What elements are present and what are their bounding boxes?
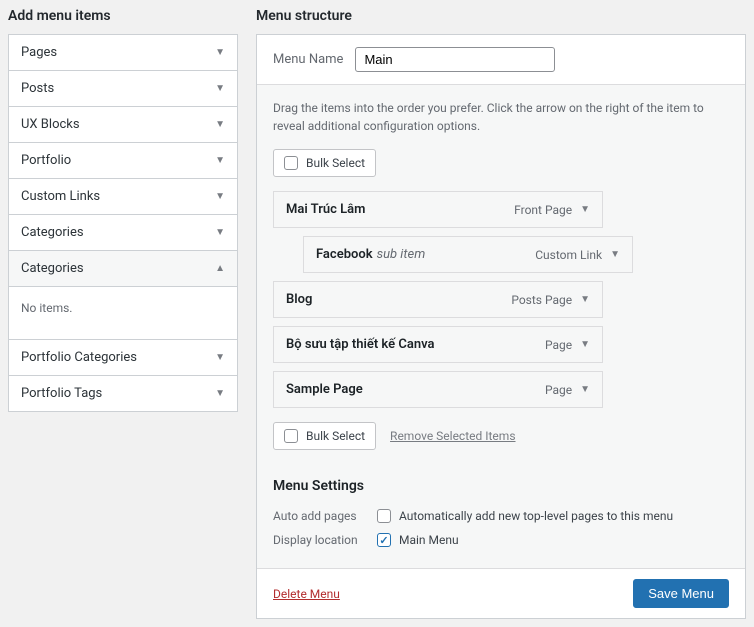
menu-item-type: Page▼ [545, 338, 590, 352]
checkbox-checked-icon: ✓ [377, 533, 391, 547]
bulk-checkbox-icon [284, 156, 298, 170]
accordion-label: Posts [21, 81, 54, 96]
chevron-down-icon: ▼ [215, 227, 225, 238]
accordion-panel-custom-links-4[interactable]: Custom Links ▼ [9, 179, 237, 214]
menu-item-type: Page▼ [545, 383, 590, 397]
accordion-panel-portfolio-tags-8[interactable]: Portfolio Tags ▼ [9, 376, 237, 411]
menu-item-type: Posts Page▼ [511, 293, 590, 307]
menu-item[interactable]: Sample Page Page▼ [273, 371, 603, 408]
accordion-panel-portfolio-3[interactable]: Portfolio ▼ [9, 143, 237, 178]
bulk-select-top[interactable]: Bulk Select [273, 149, 376, 177]
accordion-label: UX Blocks [21, 117, 80, 132]
chevron-down-icon: ▼ [215, 119, 225, 130]
accordion-label: Portfolio [21, 153, 71, 168]
chevron-up-icon: ▲ [215, 263, 225, 274]
menu-item-title: Facebooksub item [316, 247, 425, 262]
menu-item[interactable]: Bộ sưu tập thiết kế Canva Page▼ [273, 326, 603, 363]
save-menu-button[interactable]: Save Menu [633, 579, 729, 608]
chevron-down-icon[interactable]: ▼ [580, 204, 590, 215]
sub-item-tag: sub item [377, 247, 426, 262]
chevron-down-icon[interactable]: ▼ [580, 384, 590, 395]
accordion-label: Categories [21, 261, 84, 276]
menu-item-title: Bộ sưu tập thiết kế Canva [286, 337, 435, 352]
bulk-checkbox-icon [284, 429, 298, 443]
accordion-label: Portfolio Tags [21, 386, 102, 401]
chevron-down-icon[interactable]: ▼ [580, 339, 590, 350]
display-location-checkbox[interactable]: ✓ Main Menu [377, 533, 459, 547]
menu-item-type: Custom Link▼ [535, 248, 620, 262]
accordion-panel-categories-5[interactable]: Categories ▼ [9, 215, 237, 250]
chevron-down-icon: ▼ [215, 191, 225, 202]
menu-item-type: Front Page▼ [514, 203, 590, 217]
chevron-down-icon[interactable]: ▼ [610, 249, 620, 260]
chevron-down-icon: ▼ [215, 352, 225, 363]
menu-structure-heading: Menu structure [256, 8, 746, 24]
chevron-down-icon: ▼ [215, 83, 225, 94]
drag-instructions: Drag the items into the order you prefer… [273, 99, 729, 135]
remove-selected-link[interactable]: Remove Selected Items [390, 429, 515, 443]
chevron-down-icon[interactable]: ▼ [580, 294, 590, 305]
accordion-panel-pages-0[interactable]: Pages ▼ [9, 35, 237, 70]
menu-item[interactable]: Facebooksub item Custom Link▼ [303, 236, 633, 273]
menu-name-label: Menu Name [273, 52, 343, 67]
menu-items-list: Mai Trúc Lâm Front Page▼ Facebooksub item C… [273, 191, 729, 408]
display-location-label: Display location [273, 533, 363, 547]
menu-header: Menu Name [257, 35, 745, 85]
chevron-down-icon: ▼ [215, 388, 225, 399]
menu-item-title: Mai Trúc Lâm [286, 202, 365, 217]
chevron-down-icon: ▼ [215, 47, 225, 58]
accordion-panel-ux-blocks-2[interactable]: UX Blocks ▼ [9, 107, 237, 142]
chevron-down-icon: ▼ [215, 155, 225, 166]
menu-item[interactable]: Mai Trúc Lâm Front Page▼ [273, 191, 603, 228]
menu-name-input[interactable] [355, 47, 555, 72]
accordion-label: Portfolio Categories [21, 350, 137, 365]
accordion-label: Custom Links [21, 189, 100, 204]
add-items-accordion: Pages▼Posts▼UX Blocks▼Portfolio▼Custom L… [8, 34, 238, 412]
menu-item-title: Sample Page [286, 382, 363, 397]
checkbox-icon [377, 509, 391, 523]
bulk-select-bottom[interactable]: Bulk Select [273, 422, 376, 450]
menu-settings-heading: Menu Settings [273, 478, 729, 494]
add-items-heading: Add menu items [8, 8, 238, 24]
accordion-panel-portfolio-categories-7[interactable]: Portfolio Categories ▼ [9, 340, 237, 375]
menu-item-title: Blog [286, 292, 312, 307]
accordion-panel-posts-1[interactable]: Posts ▼ [9, 71, 237, 106]
auto-add-checkbox[interactable]: Automatically add new top-level pages to… [377, 509, 673, 523]
auto-add-label: Auto add pages [273, 509, 363, 523]
accordion-label: Categories [21, 225, 84, 240]
menu-edit-frame: Menu Name Drag the items into the order … [256, 34, 746, 619]
accordion-panel-categories-6[interactable]: Categories ▲ [9, 251, 237, 286]
delete-menu-link[interactable]: Delete Menu [273, 587, 340, 601]
accordion-body: No items. [9, 286, 237, 339]
menu-item[interactable]: Blog Posts Page▼ [273, 281, 603, 318]
accordion-label: Pages [21, 45, 57, 60]
